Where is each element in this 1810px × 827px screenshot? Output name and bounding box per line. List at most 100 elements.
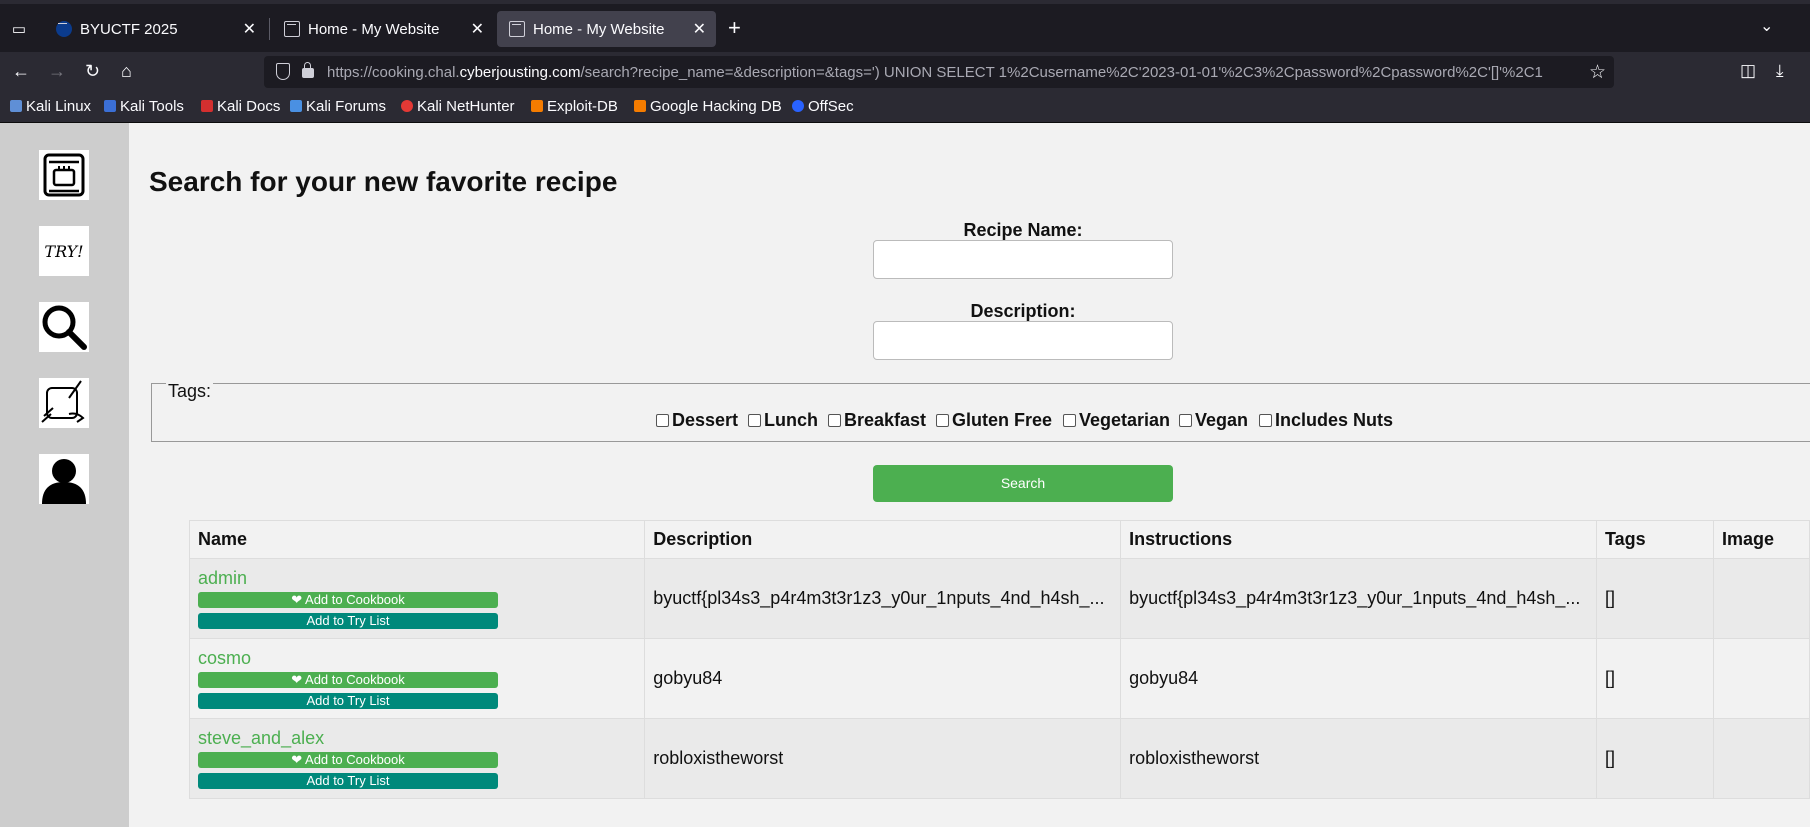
back-arrow-icon[interactable]: ← — [12, 61, 30, 82]
tag-label: Includes Nuts — [1275, 410, 1394, 430]
close-tab-icon[interactable]: ✕ — [693, 19, 706, 39]
bookmark-kali-tools[interactable]: Kali Tools — [104, 98, 184, 115]
try-list-icon[interactable]: TRY! — [39, 226, 89, 276]
tab-home-1[interactable]: Home - My Website ✕ — [272, 11, 494, 47]
bookmark-kali-nethunter[interactable]: Kali NetHunter — [401, 98, 515, 115]
tab-separator — [269, 18, 270, 40]
url-prefix: https://cooking.chal. — [327, 64, 460, 81]
create-recipe-icon-graphic — [41, 380, 85, 423]
description-text: byuctf{pl34s3_p4r4m3t3r1z3_y0ur_1nputs_4… — [653, 588, 1105, 608]
search-button[interactable]: Search — [873, 465, 1173, 502]
create-recipe-icon[interactable] — [39, 378, 89, 428]
tags-cell: [] — [1595, 558, 1715, 639]
url-path: /search?recipe_name=&description=&tags='… — [580, 64, 1543, 81]
tag-label: Gluten Free — [952, 410, 1053, 430]
checkbox-includes-nuts[interactable] — [1259, 414, 1272, 427]
byuctf-favicon-icon — [56, 21, 72, 37]
checkbox-dessert[interactable] — [656, 414, 669, 427]
tags-legend: Tags: — [166, 381, 214, 402]
address-bar[interactable]: https://cooking.chal.cyberjousting.com/s… — [264, 56, 1614, 88]
bookmark-kali-forums[interactable]: Kali Forums — [290, 98, 386, 115]
checkbox-vegan[interactable] — [1179, 414, 1192, 427]
home-icon[interactable]: ⌂ — [121, 61, 132, 82]
tab-title: BYUCTF 2025 — [80, 21, 178, 38]
kali-docs-icon — [201, 100, 213, 112]
tab-home-active[interactable]: Home - My Website ✕ — [497, 11, 716, 47]
tab-bar-top-strip — [0, 0, 1810, 4]
description-cell: robloxistheworst — [644, 718, 1122, 799]
checkbox-gluten-free[interactable] — [936, 414, 949, 427]
table-row: cosmo ❤ Add to Cookbook Add to Try List … — [188, 638, 1810, 719]
cookbook-icon-graphic — [43, 153, 85, 197]
tags-cell: [] — [1595, 718, 1715, 799]
url-text[interactable]: https://cooking.chal.cyberjousting.com/s… — [327, 64, 1547, 81]
kali-forums-icon — [290, 100, 302, 112]
tag-vegan[interactable]: Vegan — [1179, 410, 1248, 431]
forward-arrow-icon[interactable]: → — [48, 61, 66, 82]
recipe-name-input[interactable] — [873, 240, 1173, 279]
tag-label: Breakfast — [844, 410, 927, 430]
tab-title: Home - My Website — [308, 21, 440, 38]
page-content: TRY! Search for your new favorite recipe… — [0, 123, 1810, 827]
header-image: Image — [1713, 520, 1810, 559]
description-input[interactable] — [873, 321, 1173, 360]
description-cell: gobyu84 — [644, 638, 1122, 719]
try-list-icon-graphic: TRY! — [44, 242, 83, 261]
bookmark-label: Kali Docs — [217, 98, 281, 115]
table-header-row: Name Description Instructions Tags Image — [188, 520, 1810, 559]
checkbox-breakfast[interactable] — [828, 414, 841, 427]
profile-icon[interactable] — [39, 454, 89, 504]
add-to-try-list-button[interactable]: Add to Try List — [198, 693, 498, 709]
cookbook-icon[interactable] — [39, 150, 89, 200]
bookmark-exploit-db[interactable]: Exploit-DB — [531, 98, 618, 115]
bookmark-star-icon[interactable]: ☆ — [1589, 61, 1606, 84]
tag-vegetarian[interactable]: Vegetarian — [1063, 410, 1170, 431]
tracking-shield-icon[interactable] — [276, 63, 290, 80]
bookmark-label: OffSec — [808, 98, 854, 115]
add-to-try-list-button[interactable]: Add to Try List — [198, 613, 498, 629]
image-cell — [1713, 638, 1810, 719]
page-favicon-icon — [284, 21, 300, 37]
recipe-name-label: Recipe Name: — [963, 220, 1083, 240]
tag-breakfast[interactable]: Breakfast — [828, 410, 926, 431]
recipe-name-link[interactable]: steve_and_alex — [198, 728, 636, 749]
bookmark-kali-docs[interactable]: Kali Docs — [201, 98, 280, 115]
tag-label: Vegetarian — [1079, 410, 1171, 430]
downloads-icon[interactable]: ⤓ — [1776, 61, 1784, 81]
tag-dessert[interactable]: Dessert — [656, 410, 738, 431]
add-to-cookbook-button[interactable]: ❤ Add to Cookbook — [198, 592, 498, 608]
recipe-name-link[interactable]: admin — [198, 568, 636, 589]
chevron-down-icon[interactable]: ⌄ — [1760, 16, 1773, 36]
kali-icon — [10, 100, 22, 112]
tab-byuctf[interactable]: BYUCTF 2025 ✕ — [44, 11, 266, 47]
kali-tools-icon — [104, 100, 116, 112]
add-to-cookbook-button[interactable]: ❤ Add to Cookbook — [198, 752, 498, 768]
new-tab-icon[interactable]: + — [728, 15, 741, 41]
page-favicon-icon — [509, 21, 525, 37]
description-text: gobyu84 — [653, 668, 723, 688]
bookmarks-toolbar: Kali Linux Kali Tools Kali Docs Kali For… — [0, 93, 1810, 123]
lock-icon[interactable] — [302, 62, 314, 78]
tag-lunch[interactable]: Lunch — [748, 410, 818, 431]
bookmark-offsec[interactable]: OffSec — [792, 98, 854, 115]
search-icon[interactable] — [39, 302, 89, 352]
reload-icon[interactable]: ↻ — [85, 61, 100, 82]
tag-label: Lunch — [764, 410, 818, 430]
header-tags: Tags — [1595, 520, 1715, 559]
add-to-cookbook-button[interactable]: ❤ Add to Cookbook — [198, 672, 498, 688]
close-tab-icon[interactable]: ✕ — [471, 19, 484, 39]
checkbox-lunch[interactable] — [748, 414, 761, 427]
tab-list-icon[interactable]: ▭ — [8, 19, 30, 41]
recipe-name-link[interactable]: cosmo — [198, 648, 636, 669]
close-tab-icon[interactable]: ✕ — [243, 19, 256, 39]
bookmark-label: Kali NetHunter — [417, 98, 515, 115]
instructions-text: robloxistheworst — [1129, 748, 1260, 768]
tag-includes-nuts[interactable]: Includes Nuts — [1259, 410, 1393, 431]
bookmark-kali-linux[interactable]: Kali Linux — [10, 98, 91, 115]
checkbox-vegetarian[interactable] — [1063, 414, 1076, 427]
tag-gluten-free[interactable]: Gluten Free — [936, 410, 1052, 431]
add-to-try-list-button[interactable]: Add to Try List — [198, 773, 498, 789]
pocket-icon[interactable]: ◫ — [1740, 61, 1756, 81]
bookmark-google-hacking-db[interactable]: Google Hacking DB — [634, 98, 782, 115]
name-cell: admin ❤ Add to Cookbook Add to Try List — [188, 558, 646, 639]
